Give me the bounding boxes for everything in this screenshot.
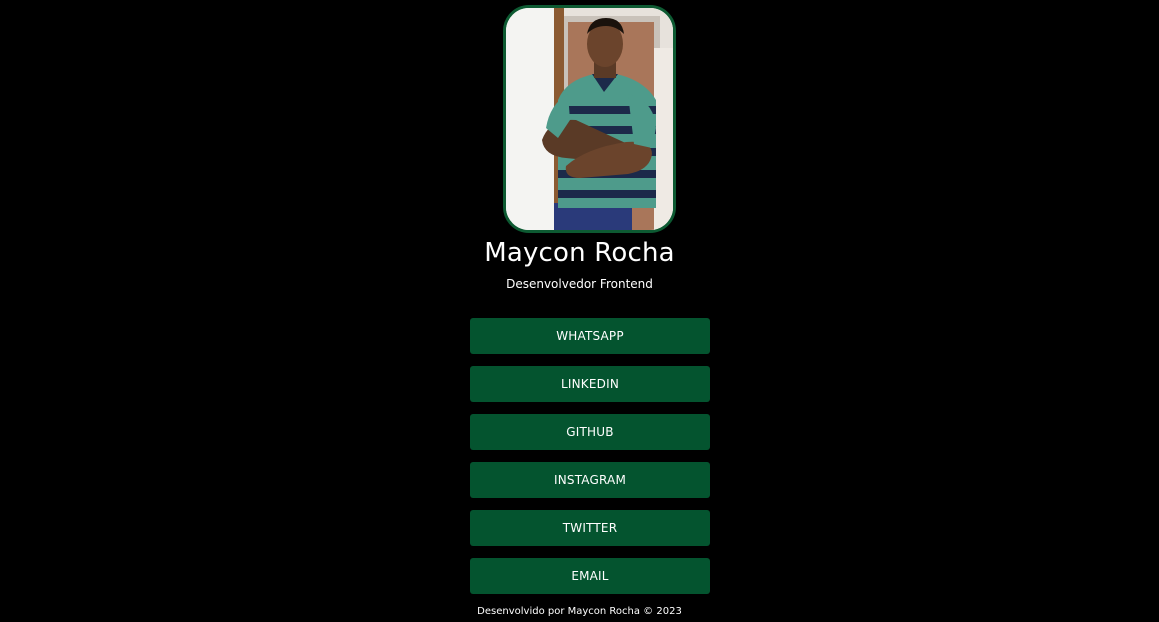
link-list: WHATSAPP LINKEDIN GITHUB INSTAGRAM TWITT… [470, 318, 710, 606]
whatsapp-button[interactable]: WHATSAPP [470, 318, 710, 354]
profile-name: Maycon Rocha [484, 238, 675, 268]
footer-credit: Desenvolvido por Maycon Rocha © 2023 [477, 606, 682, 617]
github-button[interactable]: GITHUB [470, 414, 710, 450]
email-button[interactable]: EMAIL [470, 558, 710, 594]
profile-photo [506, 8, 673, 230]
instagram-button[interactable]: INSTAGRAM [470, 462, 710, 498]
profile-role: Desenvolvedor Frontend [506, 277, 653, 291]
twitter-button[interactable]: TWITTER [470, 510, 710, 546]
page: Maycon Rocha Desenvolvedor Frontend WHAT… [0, 0, 1159, 622]
avatar [503, 5, 676, 233]
linkedin-button[interactable]: LINKEDIN [470, 366, 710, 402]
